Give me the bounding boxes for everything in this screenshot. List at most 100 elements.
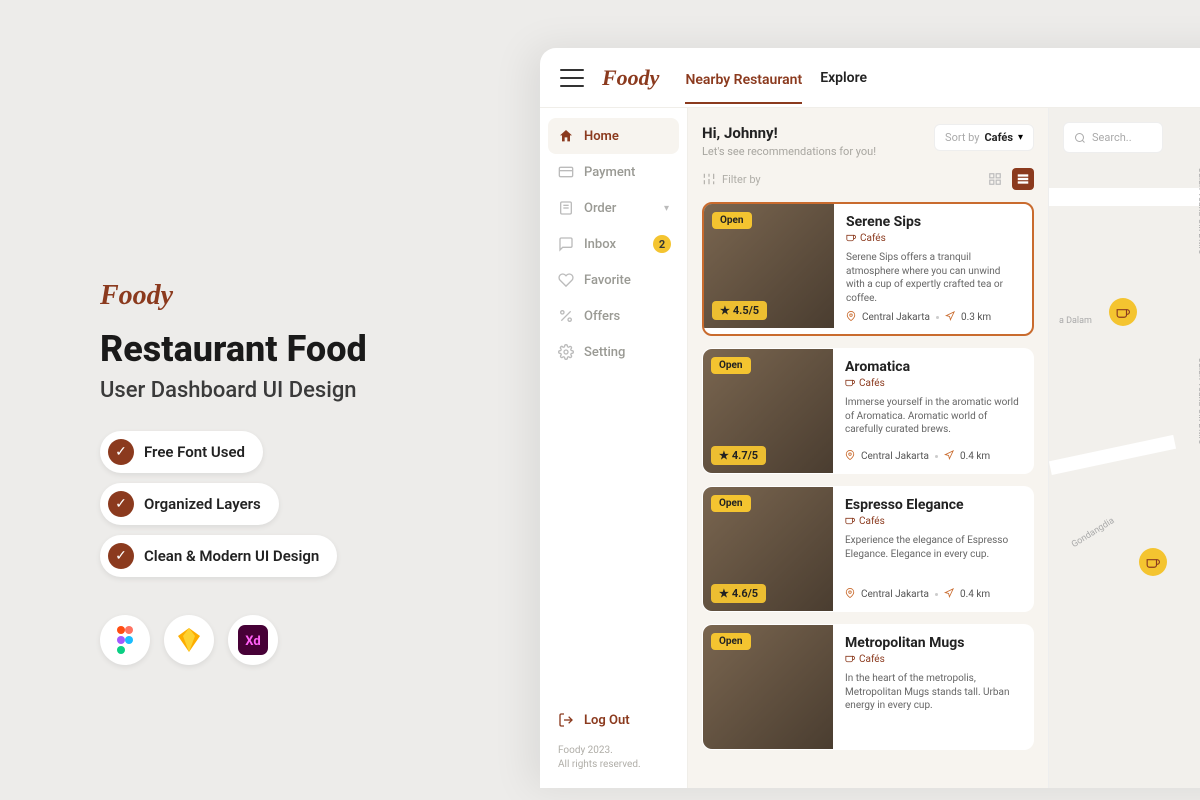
star-icon: ★ xyxy=(720,304,730,317)
map-search-input[interactable]: Search.. xyxy=(1063,122,1163,153)
hamburger-icon[interactable] xyxy=(560,69,584,87)
card-description: Immerse yourself in the aromatic world o… xyxy=(845,396,1021,444)
sort-dropdown[interactable]: Sort by Cafés ▾ xyxy=(934,124,1034,151)
map-street-label: Jalan Teuku Cik Ditiro xyxy=(1196,168,1200,255)
grid-view-button[interactable] xyxy=(984,168,1006,190)
nav-icon xyxy=(944,588,954,601)
feature-pill: ✓ Free Font Used xyxy=(100,431,263,473)
cup-icon xyxy=(845,653,855,666)
sidebar-item-label: Setting xyxy=(584,345,625,360)
feature-label: Free Font Used xyxy=(144,443,245,461)
tab-explore[interactable]: Explore xyxy=(820,66,867,90)
map-pin[interactable] xyxy=(1139,548,1167,576)
card-title: Serene Sips xyxy=(846,214,1020,230)
card-category: Cafés xyxy=(845,377,1021,390)
map-pin[interactable] xyxy=(1109,298,1137,326)
gear-icon xyxy=(558,344,574,360)
sidebar-item-home[interactable]: Home xyxy=(548,118,679,154)
card-icon xyxy=(558,164,574,180)
card-meta: Central Jakarta0.4 km xyxy=(845,450,1021,463)
cup-icon xyxy=(845,377,855,390)
inbox-badge: 2 xyxy=(653,235,671,253)
tab-nearby-restaurant[interactable]: Nearby Restaurant xyxy=(685,68,802,104)
app-logo: Foody xyxy=(602,65,659,91)
sidebar-item-order[interactable]: Order▾ xyxy=(548,190,679,226)
check-icon: ✓ xyxy=(108,439,134,465)
card-category: Cafés xyxy=(846,232,1020,245)
map-street-label: a Dalam xyxy=(1059,316,1092,326)
card-meta: Central Jakarta0.3 km xyxy=(846,311,1020,324)
nav-icon xyxy=(945,311,955,324)
filter-button[interactable]: Filter by xyxy=(702,172,761,186)
sidebar: Home Payment Order▾ Inbox2 Favorite Offe… xyxy=(540,108,688,788)
map-street-label: Gondangdia xyxy=(1070,516,1116,550)
status-badge: Open xyxy=(712,212,752,229)
view-toggle xyxy=(984,168,1034,190)
filter-label: Filter by xyxy=(722,173,761,186)
app-window: Foody Nearby Restaurant Explore Home Pay… xyxy=(540,48,1200,788)
card-category: Cafés xyxy=(845,515,1021,528)
status-badge: Open xyxy=(711,633,751,650)
restaurant-card[interactable]: Open ★4.6/5 Espresso Elegance Cafés Expe… xyxy=(702,486,1034,612)
svg-text:Xd: Xd xyxy=(245,634,260,649)
tool-icons-row: Xd xyxy=(100,615,500,665)
check-icon: ✓ xyxy=(108,491,134,517)
search-placeholder: Search.. xyxy=(1092,131,1132,144)
card-image: Open ★4.7/5 xyxy=(703,349,833,473)
card-title: Metropolitan Mugs xyxy=(845,635,1021,651)
listing-panel: Hi, Johnny! Let's see recommendations fo… xyxy=(688,108,1048,788)
map-panel[interactable]: Search.. a Dalam Jalan Teuku Cik Ditiro … xyxy=(1048,108,1200,788)
logout-icon xyxy=(558,712,574,728)
card-rating: ★4.7/5 xyxy=(711,446,766,465)
sidebar-item-label: Offers xyxy=(584,309,620,324)
feature-pill: ✓Clean & Modern UI Design xyxy=(100,535,337,577)
sidebar-item-offers[interactable]: Offers xyxy=(548,298,679,334)
list-view-button[interactable] xyxy=(1012,168,1034,190)
heart-icon xyxy=(558,272,574,288)
promo-logo: Foody xyxy=(100,280,500,312)
feature-label: Clean & Modern UI Design xyxy=(144,547,319,565)
chevron-down-icon: ▾ xyxy=(664,203,669,214)
status-badge: Open xyxy=(711,357,751,374)
feature-label: Organized Layers xyxy=(144,495,261,513)
card-image: Open xyxy=(703,625,833,749)
sidebar-item-inbox[interactable]: Inbox2 xyxy=(548,226,679,262)
location-icon xyxy=(845,450,855,463)
card-title: Espresso Elegance xyxy=(845,497,1021,513)
logout-button[interactable]: Log Out xyxy=(548,702,679,738)
card-category: Cafés xyxy=(845,653,1021,666)
greeting-title: Hi, Johnny! xyxy=(702,124,876,142)
footer-copyright: Foody 2023.All rights reserved. xyxy=(548,738,679,778)
grid-icon xyxy=(988,172,1002,186)
restaurant-card[interactable]: Open ★4.5/5 Serene Sips Cafés Serene Sip… xyxy=(702,202,1034,336)
sort-value: Cafés xyxy=(984,131,1012,144)
percent-icon xyxy=(558,308,574,324)
card-rating: ★4.5/5 xyxy=(712,301,767,320)
promo-title: Restaurant Food xyxy=(100,330,500,370)
restaurant-card[interactable]: Open ★4.7/5 Aromatica Cafés Immerse your… xyxy=(702,348,1034,474)
list-icon xyxy=(1016,172,1030,186)
sidebar-item-label: Home xyxy=(584,129,619,144)
feature-pill: ✓ Organized Layers xyxy=(100,483,279,525)
location-icon xyxy=(846,311,856,324)
restaurant-card[interactable]: Open Metropolitan Mugs Cafés In the hear… xyxy=(702,624,1034,750)
logout-label: Log Out xyxy=(584,713,630,728)
home-icon xyxy=(558,128,574,144)
sidebar-item-label: Payment xyxy=(584,165,635,180)
card-title: Aromatica xyxy=(845,359,1021,375)
card-description: Experience the elegance of Espresso Eleg… xyxy=(845,534,1021,582)
sidebar-item-payment[interactable]: Payment xyxy=(548,154,679,190)
sidebar-item-favorite[interactable]: Favorite xyxy=(548,262,679,298)
cup-icon xyxy=(845,515,855,528)
cup-icon xyxy=(846,232,856,245)
location-icon xyxy=(845,588,855,601)
sort-label: Sort by xyxy=(945,131,979,144)
sidebar-item-setting[interactable]: Setting xyxy=(548,334,679,370)
order-icon xyxy=(558,200,574,216)
star-icon: ★ xyxy=(719,449,729,462)
card-meta: Central Jakarta0.4 km xyxy=(845,588,1021,601)
nav-icon xyxy=(944,450,954,463)
card-rating: ★4.6/5 xyxy=(711,584,766,603)
sidebar-item-label: Favorite xyxy=(584,273,631,288)
cup-icon xyxy=(1146,555,1160,569)
